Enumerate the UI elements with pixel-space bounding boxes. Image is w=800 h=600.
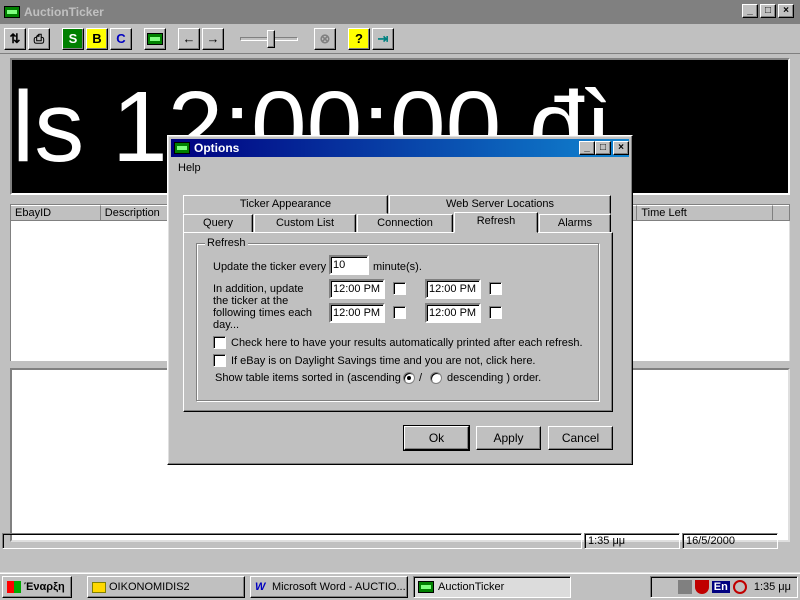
dialog-title-bar[interactable]: Options _ □ ×	[171, 139, 629, 157]
search-icon[interactable]	[732, 580, 747, 594]
folder-icon	[92, 581, 106, 593]
app-title: AuctionTicker	[24, 5, 104, 19]
main-title-bar[interactable]: AuctionTicker _ □ ×	[0, 0, 800, 24]
group-label: Refresh	[205, 237, 248, 249]
time-checkbox-4[interactable]	[489, 306, 502, 319]
speaker-icon[interactable]	[677, 580, 692, 594]
language-indicator[interactable]: En	[711, 581, 730, 593]
status-date: 16/5/2000	[682, 533, 778, 549]
sort-icon[interactable]: ⇅	[4, 27, 26, 50]
column-ebayid[interactable]: EbayID	[11, 205, 101, 220]
speed-slider[interactable]	[240, 29, 298, 48]
word-icon: W	[255, 581, 266, 593]
time-checkbox-1[interactable]	[393, 282, 406, 295]
auto-print-label: Check here to have your results automati…	[231, 337, 583, 349]
tab-alarms[interactable]: Alarms	[539, 214, 611, 233]
right-arrow-icon[interactable]: →	[202, 27, 224, 50]
b-button[interactable]: B	[86, 27, 108, 50]
status-bar: 1:35 μμ 16/5/2000	[0, 532, 800, 550]
task-label: Microsoft Word - AUCTIO...	[272, 581, 406, 593]
dialog-minimize-button[interactable]: _	[579, 141, 595, 155]
time-checkbox-2[interactable]	[489, 282, 502, 295]
stop-icon[interactable]: ⊗	[314, 27, 336, 50]
toolbar: ⇅ ⎙ S B C ← → ⊗ ? ⇥	[0, 24, 800, 54]
dst-label: If eBay is on Daylight Savings time and …	[231, 355, 536, 367]
tab-refresh[interactable]: Refresh	[454, 212, 538, 233]
app-icon	[174, 142, 190, 154]
taskbar-clock: 1:35 μμ	[753, 581, 791, 593]
options-dialog: Options _ □ × Help Ticker Appearance Web…	[167, 135, 633, 465]
apply-button[interactable]: Apply	[476, 426, 541, 450]
descending-radio[interactable]	[430, 372, 442, 384]
task-label: OIKONOMIDIS2	[109, 581, 190, 593]
windows-logo-icon	[7, 581, 21, 593]
dialog-menu-help[interactable]: Help	[178, 162, 201, 174]
task-auctionticker[interactable]: AuctionTicker	[413, 576, 571, 598]
time-checkbox-3[interactable]	[393, 306, 406, 319]
dialog-title: Options	[194, 141, 240, 155]
slash-label: /	[419, 372, 423, 384]
time-input-3[interactable]: 12:00 PM	[329, 303, 385, 323]
minimize-button[interactable]: _	[742, 4, 758, 18]
cancel-button[interactable]: Cancel	[548, 426, 613, 450]
time-input-2[interactable]: 12:00 PM	[425, 279, 481, 299]
start-button[interactable]: Έναρξη	[2, 576, 72, 598]
sort-label: Show table items sorted in (ascending	[215, 372, 401, 384]
task-word[interactable]: W Microsoft Word - AUCTIO...	[250, 576, 408, 598]
status-time: 1:35 μμ	[584, 533, 680, 549]
update-interval-input[interactable]: 10	[329, 255, 369, 275]
close-button[interactable]: ×	[778, 4, 794, 18]
taskbar: Έναρξη OIKONOMIDIS2 W Microsoft Word - A…	[0, 572, 800, 600]
start-label: Έναρξη	[24, 581, 65, 593]
dialog-maximize-button[interactable]: □	[595, 141, 611, 155]
help-icon[interactable]: ?	[348, 27, 370, 50]
slider-thumb[interactable]	[267, 29, 275, 48]
tab-query[interactable]: Query	[183, 214, 253, 233]
auto-print-checkbox[interactable]	[213, 336, 226, 349]
minutes-label: minute(s).	[373, 261, 422, 273]
ticker-icon[interactable]	[144, 27, 166, 50]
time-input-4[interactable]: 12:00 PM	[425, 303, 481, 323]
status-message	[2, 533, 582, 549]
descending-label: descending ) order.	[447, 372, 542, 384]
exit-icon[interactable]: ⇥	[372, 27, 394, 50]
left-arrow-icon[interactable]: ←	[178, 27, 200, 50]
tab-connection[interactable]: Connection	[357, 214, 453, 233]
addition-label-3: following times each	[213, 307, 313, 319]
s-button[interactable]: S	[62, 27, 84, 50]
addition-label-2: the ticker at the	[213, 295, 289, 307]
task-oikonomidis[interactable]: OIKONOMIDIS2	[87, 576, 245, 598]
system-tray: En 1:35 μμ	[650, 576, 798, 598]
update-label: Update the ticker every	[213, 261, 327, 273]
app-icon	[4, 6, 20, 18]
maximize-button[interactable]: □	[760, 4, 776, 18]
print-icon[interactable]: ⎙	[28, 27, 50, 50]
addition-label-1: In addition, update	[213, 283, 304, 295]
tab-ticker-appearance[interactable]: Ticker Appearance	[183, 195, 388, 214]
ascending-radio[interactable]	[403, 372, 415, 384]
shield-icon[interactable]	[694, 580, 709, 594]
column-time-left[interactable]: Time Left	[637, 205, 774, 220]
ok-button[interactable]: Ok	[403, 425, 470, 451]
time-input-1[interactable]: 12:00 PM	[329, 279, 385, 299]
dst-checkbox[interactable]	[213, 354, 226, 367]
tab-custom-list[interactable]: Custom List	[254, 214, 356, 233]
refresh-panel: Refresh Update the ticker every 10 minut…	[183, 232, 613, 412]
dialog-close-button[interactable]: ×	[613, 141, 629, 155]
refresh-groupbox: Refresh Update the ticker every 10 minut…	[196, 237, 599, 401]
app-icon	[418, 581, 434, 593]
c-button[interactable]: C	[110, 27, 132, 50]
task-label: AuctionTicker	[438, 581, 505, 593]
addition-label-4: day...	[213, 319, 240, 331]
